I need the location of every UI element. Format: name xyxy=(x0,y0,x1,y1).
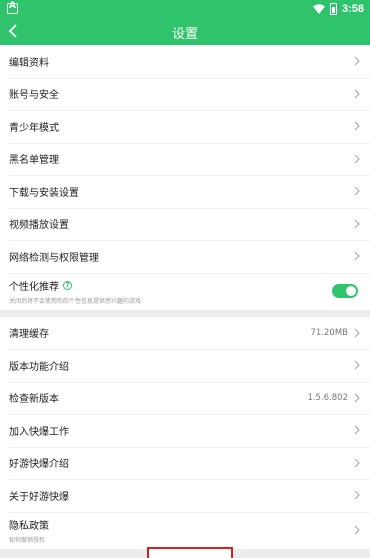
row-label: 网络检测与权限管理 xyxy=(9,252,99,264)
row-label: 版本功能介绍 xyxy=(9,361,69,373)
row-label: 黑名单管理 xyxy=(9,155,59,167)
chevron-right-icon xyxy=(353,360,361,370)
chevron-right-icon xyxy=(353,328,361,338)
settings-group-about: 清理缓存 71.20MB 版本功能介绍 检查新版本 1.5.6.802 加入快爆… xyxy=(0,316,370,549)
chevron-right-icon xyxy=(353,56,361,66)
status-time: 3:58 xyxy=(341,3,364,15)
page-title: 设置 xyxy=(171,27,198,42)
personalized-toggle[interactable] xyxy=(332,284,358,298)
row-app-intro[interactable]: 好游快爆介绍 xyxy=(0,446,370,479)
section-divider xyxy=(0,309,370,317)
settings-list: 编辑资料 账号与安全 青少年模式 黑名单管理 下载与安装设置 视频播放设置 网络… xyxy=(0,45,370,549)
chevron-right-icon xyxy=(353,219,361,229)
row-label: 账号与安全 xyxy=(9,90,59,102)
privacy-sub: 如何撤销授权 xyxy=(9,536,46,544)
row-label: 编辑资料 xyxy=(9,57,49,69)
wifi-icon xyxy=(312,4,325,14)
row-about[interactable]: 关于好游快爆 xyxy=(0,479,370,512)
help-icon[interactable]: ? xyxy=(63,280,72,290)
row-personalized-recommend: 个性化推荐 ? 关闭后将不会使用你的个性信息提供感兴趣的游戏 xyxy=(0,272,370,310)
chevron-right-icon xyxy=(353,121,361,131)
app-notification-icon xyxy=(7,1,18,14)
cache-size-value: 71.20MB xyxy=(310,327,349,338)
row-clear-cache[interactable]: 清理缓存 71.20MB xyxy=(0,316,370,349)
row-video-settings[interactable]: 视频播放设置 xyxy=(0,207,370,240)
chevron-right-icon xyxy=(353,490,361,500)
chevron-right-icon xyxy=(353,251,361,261)
row-label: 检查新版本 xyxy=(9,394,59,406)
row-account-security[interactable]: 账号与安全 xyxy=(0,77,370,110)
chevron-right-icon xyxy=(353,186,361,196)
chevron-right-icon xyxy=(353,393,361,403)
row-join-us[interactable]: 加入快爆工作 xyxy=(0,414,370,447)
personalized-label-line: 个性化推荐 ? xyxy=(9,278,72,293)
chevron-right-icon xyxy=(353,525,361,535)
row-label: 清理缓存 xyxy=(9,329,49,341)
row-edit-profile[interactable]: 编辑资料 xyxy=(0,45,370,78)
row-label: 加入快爆工作 xyxy=(9,426,69,438)
chevron-right-icon xyxy=(353,458,361,468)
battery-icon xyxy=(329,3,337,15)
row-privacy-policy[interactable]: 隐私政策 如何撤销授权 xyxy=(0,511,370,549)
logout-button[interactable] xyxy=(147,547,233,558)
chevron-right-icon xyxy=(353,89,361,99)
row-check-update[interactable]: 检查新版本 1.5.6.802 xyxy=(0,381,370,414)
row-label: 青少年模式 xyxy=(9,122,59,134)
row-label: 好游快爆介绍 xyxy=(9,459,69,471)
version-value: 1.5.6.802 xyxy=(307,392,348,403)
row-label: 关于好游快爆 xyxy=(9,491,69,503)
row-network-permissions[interactable]: 网络检测与权限管理 xyxy=(0,240,370,273)
row-download-settings[interactable]: 下载与安装设置 xyxy=(0,175,370,208)
row-label: 视频播放设置 xyxy=(9,220,69,232)
row-label: 下载与安装设置 xyxy=(9,187,79,199)
row-blacklist[interactable]: 黑名单管理 xyxy=(0,142,370,175)
title-bar: 设置 xyxy=(0,18,370,45)
row-teen-mode[interactable]: 青少年模式 xyxy=(0,110,370,143)
row-label: 个性化推荐 xyxy=(9,281,59,293)
status-icons: 3:58 xyxy=(312,2,364,16)
personalized-description: 关闭后将不会使用你的个性信息提供感兴趣的游戏 xyxy=(9,297,142,305)
chevron-right-icon xyxy=(353,425,361,435)
status-bar: 3:58 xyxy=(0,0,370,18)
row-version-features[interactable]: 版本功能介绍 xyxy=(0,349,370,382)
chevron-right-icon xyxy=(353,154,361,164)
row-label: 隐私政策 xyxy=(9,520,49,532)
settings-group-general: 编辑资料 账号与安全 青少年模式 黑名单管理 下载与安装设置 视频播放设置 网络… xyxy=(0,45,370,310)
